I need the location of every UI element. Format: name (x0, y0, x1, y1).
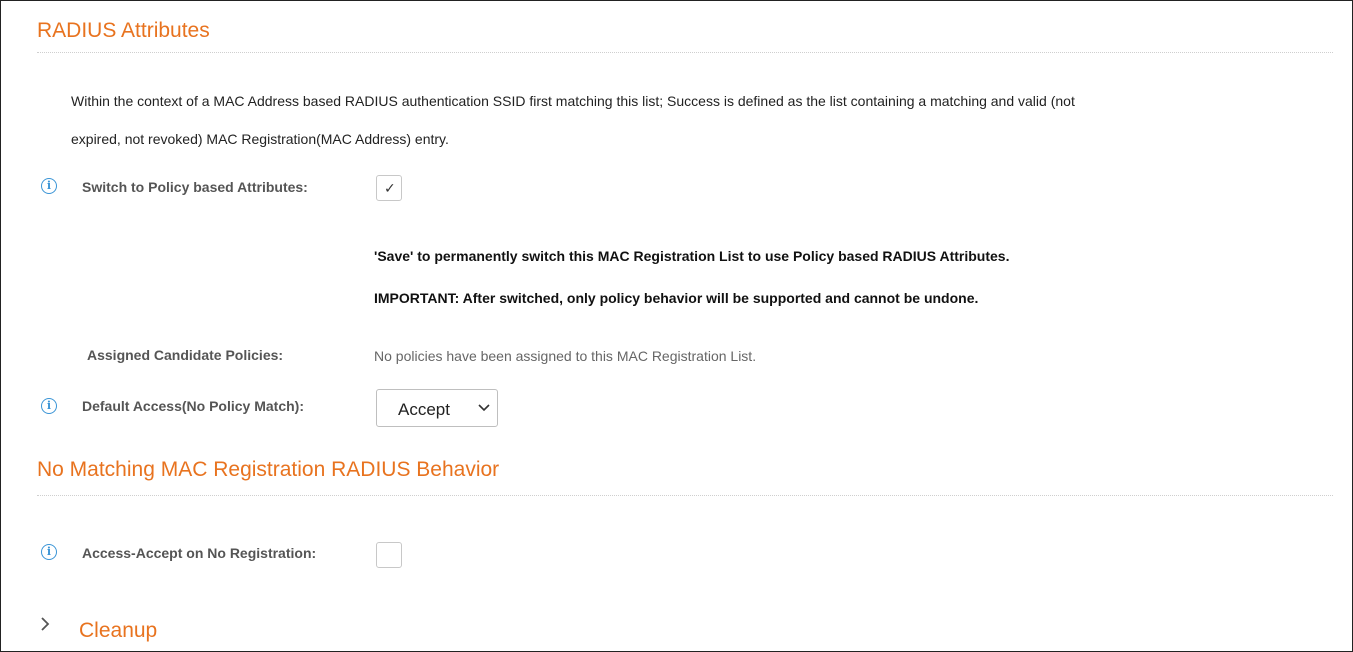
chevron-right-icon (41, 617, 50, 631)
info-icon[interactable]: i (41, 178, 57, 194)
page-frame: RADIUS Attributes Within the context of … (0, 0, 1353, 652)
section-divider (37, 52, 1333, 53)
save-note: 'Save' to permanently switch this MAC Re… (374, 248, 1010, 264)
radius-attributes-title: RADIUS Attributes (37, 19, 210, 42)
access-accept-label: Access-Accept on No Registration: (82, 545, 317, 561)
chevron-down-icon (478, 404, 490, 412)
cleanup-title[interactable]: Cleanup (79, 619, 157, 643)
radius-description-line1: Within the context of a MAC Address base… (71, 93, 1075, 109)
switch-policy-checkbox[interactable]: ✓ (376, 175, 402, 201)
radius-description-line2: expired, not revoked) MAC Registration(M… (71, 131, 449, 147)
switch-policy-label: Switch to Policy based Attributes: (82, 179, 308, 195)
assigned-policies-label: Assigned Candidate Policies: (87, 347, 284, 363)
important-note: IMPORTANT: After switched, only policy b… (374, 290, 979, 306)
section-divider (37, 495, 1333, 496)
info-icon[interactable]: i (41, 398, 57, 414)
info-icon[interactable]: i (41, 544, 57, 560)
no-match-behavior-title: No Matching MAC Registration RADIUS Beha… (37, 458, 500, 481)
default-access-label: Default Access(No Policy Match): (82, 398, 304, 414)
checkmark-icon: ✓ (384, 180, 396, 196)
access-accept-checkbox[interactable] (376, 542, 402, 568)
assigned-policies-value: No policies have been assigned to this M… (374, 348, 757, 364)
default-access-value: Accept (398, 400, 450, 419)
default-access-select[interactable]: Accept (376, 389, 498, 427)
